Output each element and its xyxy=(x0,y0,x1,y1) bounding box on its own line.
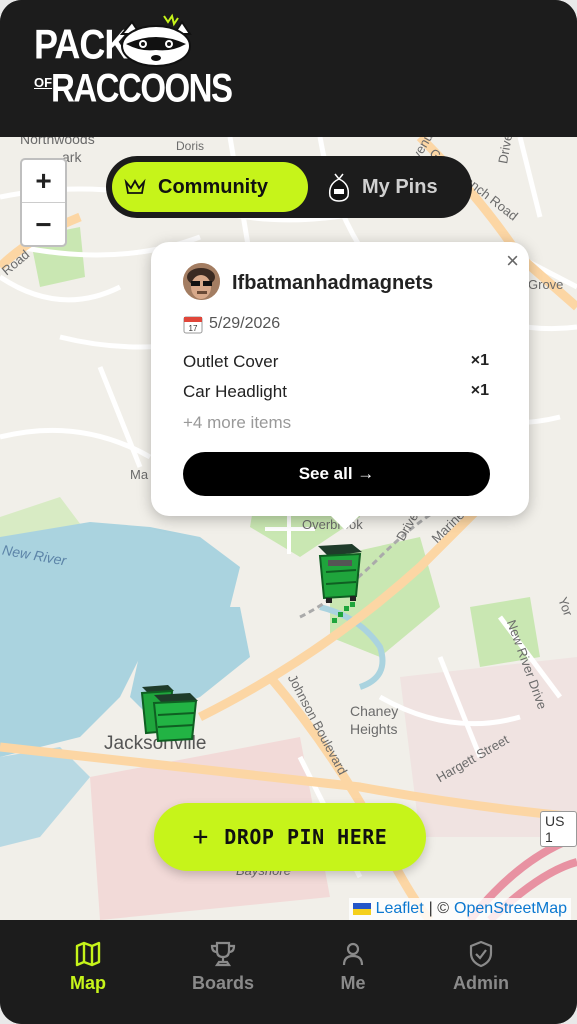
tab-my-pins[interactable]: My Pins xyxy=(326,162,438,212)
pack-of-raccoons-logo[interactable]: PACK OF RACCOONS xyxy=(34,13,233,118)
more-items-text: +4 more items xyxy=(183,413,292,432)
crown-icon xyxy=(124,178,146,194)
raccoon-mascot-icon xyxy=(119,13,192,67)
map-label-heights: Heights xyxy=(350,721,398,737)
item-name: Car Headlight xyxy=(183,382,287,401)
dumpster-pin-icon[interactable] xyxy=(314,540,366,630)
zoom-in-button[interactable]: + xyxy=(22,160,65,203)
trash-bag-icon xyxy=(328,173,350,202)
map-label-chaney: Chaney xyxy=(350,703,399,719)
list-item: Car Headlight ×1 xyxy=(183,382,489,402)
dumpster-cluster-pin-icon[interactable] xyxy=(138,681,202,745)
map-label-ma: Ma xyxy=(130,467,149,482)
nav-tab-admin-label: Admin xyxy=(453,973,509,993)
leaflet-link[interactable]: Leaflet xyxy=(376,900,424,918)
app-frame: PACK OF RACCOONS Northwoods ark Doris Gu… xyxy=(0,0,577,1024)
svg-text:17: 17 xyxy=(189,324,198,333)
popup-username: Ifbatmanhadmagnets xyxy=(232,272,434,294)
map-attribution: Leaflet | © OpenStreetMap xyxy=(348,898,571,920)
nav-tab-map-label: Map xyxy=(70,973,106,993)
app-header: PACK OF RACCOONS xyxy=(0,0,577,137)
bottom-nav: Map Boards Me Admin xyxy=(0,920,577,1024)
tab-community[interactable]: Community xyxy=(112,162,308,212)
logo-word-of: OF xyxy=(34,75,53,90)
see-all-button[interactable]: See all → xyxy=(183,452,490,496)
ukraine-flag-icon xyxy=(352,903,371,915)
popup-date: 5/29/2026 xyxy=(209,315,281,332)
avatar[interactable] xyxy=(183,263,220,300)
nav-tab-map[interactable]: Map xyxy=(38,940,138,994)
attribution-separator: | © xyxy=(428,900,450,917)
tab-my-pins-label: My Pins xyxy=(362,175,438,198)
openstreetmap-link[interactable]: OpenStreetMap xyxy=(454,900,567,918)
list-item: Outlet Cover ×1 xyxy=(183,352,489,372)
logo-word-raccoons: RACCOONS xyxy=(51,65,233,110)
popup-date-row: 17 5/29/2026 xyxy=(183,314,280,334)
item-qty: ×1 xyxy=(470,382,489,399)
map-icon xyxy=(75,941,101,967)
nav-tab-me-label: Me xyxy=(340,973,366,993)
nav-tab-boards-label: Boards xyxy=(191,973,254,993)
item-name: Outlet Cover xyxy=(183,352,279,371)
nav-tab-me[interactable]: Me xyxy=(303,940,403,994)
plus-icon: + xyxy=(192,822,209,852)
calendar-icon: 17 xyxy=(183,316,203,334)
pin-popup: × Ifbatmanhadmagnets 17 5/29/2026 Outlet… xyxy=(151,242,529,530)
map-label-northwoods: Northwoods xyxy=(20,137,95,147)
trophy-icon xyxy=(210,941,236,967)
drop-pin-button[interactable]: + DROP PIN HERE xyxy=(154,803,426,871)
user-icon xyxy=(342,942,364,966)
nav-tab-boards[interactable]: Boards xyxy=(173,940,273,994)
shield-check-icon xyxy=(469,940,493,968)
user-photo-icon xyxy=(183,263,220,300)
us1-shield: US 1 xyxy=(540,811,577,847)
pin-filter-toggle: Community My Pins xyxy=(106,156,472,218)
tab-community-label: Community xyxy=(158,175,268,198)
drop-pin-label: DROP PIN HERE xyxy=(224,825,388,849)
item-qty: ×1 xyxy=(470,352,489,369)
nav-tab-admin[interactable]: Admin xyxy=(431,940,531,994)
close-icon[interactable]: × xyxy=(506,248,519,274)
map-label-doris: Doris xyxy=(176,139,205,153)
map-label-grove: Grove xyxy=(528,277,564,292)
zoom-out-button[interactable]: − xyxy=(22,203,65,245)
zoom-control: + − xyxy=(20,158,67,247)
